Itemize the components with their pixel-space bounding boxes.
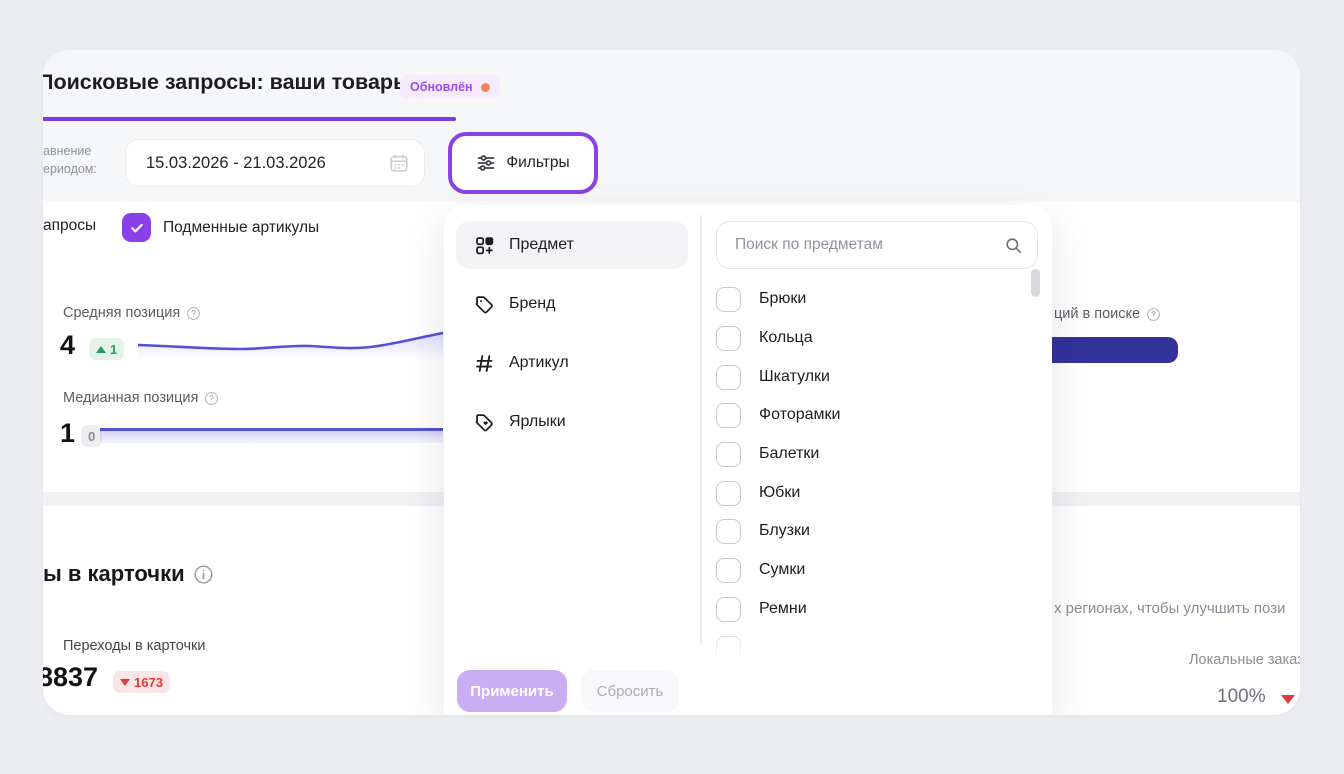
help-icon[interactable]	[186, 306, 201, 321]
checkbox-icon[interactable]	[716, 442, 741, 467]
hash-icon	[474, 353, 495, 374]
checkbox-icon[interactable]	[716, 519, 741, 544]
reset-button[interactable]: Сбросить	[581, 670, 679, 712]
checkbox-icon[interactable]	[716, 597, 741, 622]
queries-toggle-label[interactable]: апросы	[43, 217, 96, 235]
help-icon[interactable]	[204, 391, 219, 406]
subject-option-bryuki[interactable]: Брюки	[716, 284, 1016, 314]
card-transitions-label: Переходы в карточки	[63, 638, 205, 654]
substituted-articles-label: Подменные артикулы	[163, 219, 319, 237]
filter-category-article[interactable]: Артикул	[456, 339, 688, 387]
apply-button[interactable]: Применить	[457, 670, 567, 712]
info-icon[interactable]	[193, 564, 214, 585]
arrow-down-icon	[1281, 695, 1295, 704]
avg-position-value: 4	[60, 330, 75, 361]
arrow-up-icon	[96, 346, 106, 353]
subject-option-sumki[interactable]: Сумки	[716, 555, 1016, 585]
avg-position-sparkline	[138, 326, 443, 360]
positions-in-search-label: ций в поиске	[1054, 306, 1161, 322]
subject-option-yubki[interactable]: Юбки	[716, 478, 1016, 508]
cards-section-heading: ы в карточки	[43, 561, 214, 587]
subject-option-shkatulki[interactable]: Шкатулки	[716, 362, 1016, 392]
filters-button[interactable]: Фильтры	[448, 132, 598, 194]
arrow-down-icon	[120, 679, 130, 686]
filter-category-brand[interactable]: Бренд	[456, 280, 688, 328]
checkbox-icon[interactable]	[716, 481, 741, 506]
median-position-value: 1	[60, 418, 75, 449]
date-range-input[interactable]: 15.03.2026 - 21.03.2026	[125, 139, 425, 187]
checkbox-icon[interactable]	[716, 326, 741, 351]
subject-search-box	[716, 221, 1038, 269]
local-orders-label: Локальные заказы	[1189, 652, 1300, 668]
updated-badge: Обновлён	[400, 75, 500, 99]
list-scrollbar-thumb[interactable]	[1031, 269, 1040, 297]
filter-category-subject[interactable]: Предмет	[456, 221, 688, 269]
tab-search-queries[interactable]: Поисковые запросы: ваши товары	[43, 70, 411, 95]
help-icon[interactable]	[1146, 307, 1161, 322]
filter-category-labels[interactable]: Ярлыки	[456, 398, 688, 446]
avg-position-delta-badge: 1	[89, 338, 124, 360]
period-compare-label: авнение ериодом:	[43, 143, 97, 178]
checkbox-icon[interactable]	[716, 403, 741, 428]
filters-dropdown-panel: Предмет Бренд Артикул	[444, 205, 1052, 715]
updated-badge-label: Обновлён	[410, 80, 473, 94]
calendar-icon	[388, 152, 410, 174]
subject-search-input[interactable]	[735, 236, 1004, 254]
grid-plus-icon	[474, 235, 495, 256]
subject-option-bluzki[interactable]: Блузки	[716, 516, 1016, 546]
subject-option-fotoramki[interactable]: Фоторамки	[716, 400, 1016, 430]
main-card: Поисковые запросы: ваши товары Обновлён …	[43, 50, 1300, 715]
analytics-page: Поисковые запросы: ваши товары Обновлён …	[0, 0, 1344, 774]
subject-option-koltsa[interactable]: Кольца	[716, 323, 1016, 353]
checkbox-icon[interactable]	[716, 365, 741, 390]
regions-hint-text: х регионах, чтобы улучшить пози	[1054, 600, 1285, 617]
card-transitions-value: 8837	[43, 662, 98, 693]
active-tab-underline	[43, 117, 456, 121]
filters-button-label: Фильтры	[506, 154, 569, 172]
checkbox-icon[interactable]	[716, 287, 741, 312]
search-icon	[1004, 236, 1023, 255]
list-fade-overlay	[704, 623, 1044, 669]
median-position-label: Медианная позиция	[63, 390, 219, 406]
panel-divider	[700, 215, 702, 645]
substituted-articles-checkbox[interactable]	[122, 213, 151, 242]
subject-option-remni[interactable]: Ремни	[716, 594, 1016, 624]
tag-heart-icon	[474, 412, 495, 433]
median-position-sparkline	[100, 428, 443, 443]
sliders-icon	[476, 153, 496, 173]
local-orders-value: 100%	[1217, 686, 1266, 708]
tag-icon	[474, 294, 495, 315]
subject-option-baletki[interactable]: Балетки	[716, 439, 1016, 469]
avg-position-label: Средняя позиция	[63, 305, 201, 321]
checkbox-icon[interactable]	[716, 558, 741, 583]
card-transitions-delta-badge: 1673	[113, 671, 170, 693]
notification-dot-icon	[481, 83, 490, 92]
date-range-value: 15.03.2026 - 21.03.2026	[146, 154, 388, 173]
positions-bar	[1038, 337, 1178, 363]
